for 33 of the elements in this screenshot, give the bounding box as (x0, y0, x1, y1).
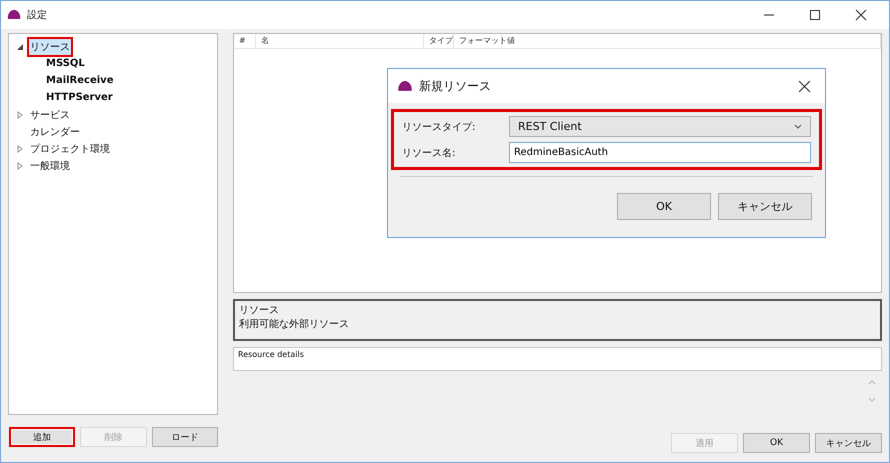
tree-item[interactable]: カレンダー (27, 122, 83, 142)
dialog-button[interactable]: OK (743, 433, 810, 453)
tree-item[interactable]: 一般環境 (27, 156, 73, 176)
field-label: リソースタイプ: (402, 120, 476, 134)
tree-item[interactable]: リソース (27, 36, 73, 56)
dialog-button[interactable]: キャンセル (718, 193, 812, 220)
tree-item[interactable]: MSSQL (43, 55, 88, 72)
tree-item[interactable]: HTTPServer (43, 89, 116, 106)
tree-item[interactable]: プロジェクト環境 (27, 138, 113, 158)
window-title: 設定 (27, 8, 47, 22)
app-logo-icon (7, 9, 21, 21)
app-logo-icon (397, 80, 413, 92)
expander-icon[interactable] (16, 42, 24, 50)
tree-item[interactable]: サービス (27, 104, 73, 124)
description-title: リソース (239, 304, 280, 318)
chevron-down-icon[interactable] (794, 124, 802, 129)
tree-item[interactable]: MailReceive (43, 72, 116, 89)
column-header[interactable]: 名 (256, 34, 424, 48)
resource-name-field[interactable]: RedmineBasicAuth (509, 142, 811, 163)
close-icon[interactable] (855, 9, 867, 21)
resource-type-dropdown[interactable]: REST Client (509, 116, 811, 137)
maximize-icon[interactable] (809, 9, 821, 21)
toolbar-button[interactable]: ロード (152, 427, 218, 447)
toolbar-button[interactable]: 追加 (9, 427, 76, 447)
details-field[interactable]: Resource details (233, 347, 882, 371)
dialog-title: 新規リソース (419, 78, 491, 94)
description-text: 利用可能な外部リソース (239, 318, 350, 332)
field-label: リソース名: (402, 146, 456, 160)
dialog-button[interactable]: OK (617, 193, 711, 220)
close-icon[interactable] (798, 80, 811, 92)
dialog-button[interactable]: キャンセル (815, 433, 882, 453)
column-header[interactable]: タイプ (424, 34, 454, 48)
column-header[interactable]: # (234, 34, 256, 48)
